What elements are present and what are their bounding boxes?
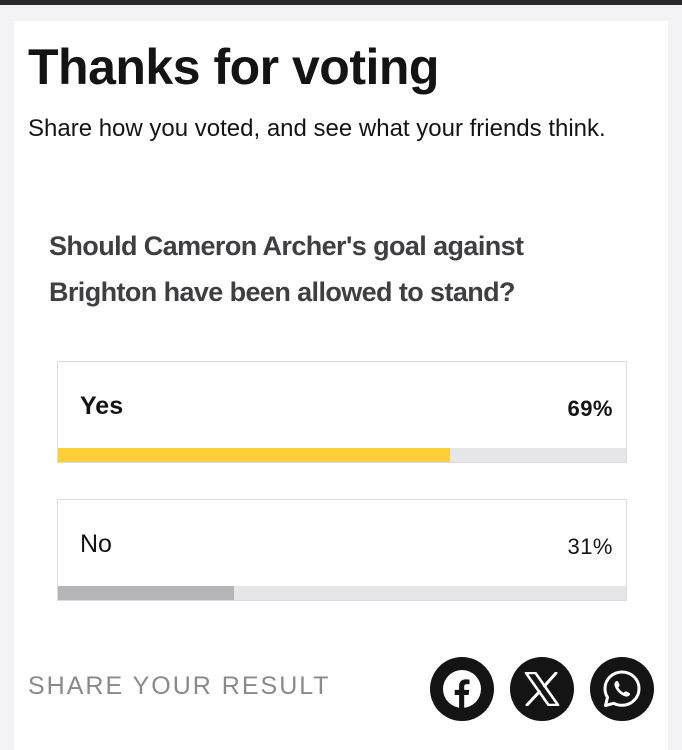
option-label: Yes [80,392,124,420]
poll-option-no[interactable]: No 31% [57,499,627,601]
top-edge-bar [0,0,682,5]
option-percentage: 69% [567,396,613,421]
share-your-result-label: SHARE YOUR RESULT [28,672,331,700]
result-bar-track [58,448,626,462]
option-label: No [80,530,112,558]
x-share-button[interactable] [510,657,574,721]
poll-question: Should Cameron Archer's goal against Bri… [49,231,524,307]
whatsapp-icon [603,670,641,707]
option-percentage: 31% [567,534,613,559]
result-bar-track [58,586,626,600]
facebook-share-button[interactable] [430,657,494,721]
result-bar-fill [58,448,450,462]
result-bar-fill [58,586,235,600]
page-title: Thanks for voting [28,39,439,95]
page-subtitle: Share how you voted, and see what your f… [28,115,606,142]
poll-result-card: Thanks for voting Share how you voted, a… [14,21,668,750]
poll-option-yes[interactable]: Yes 69% [57,361,627,463]
facebook-icon [443,670,481,708]
whatsapp-share-button[interactable] [590,657,654,721]
x-icon [524,672,560,706]
